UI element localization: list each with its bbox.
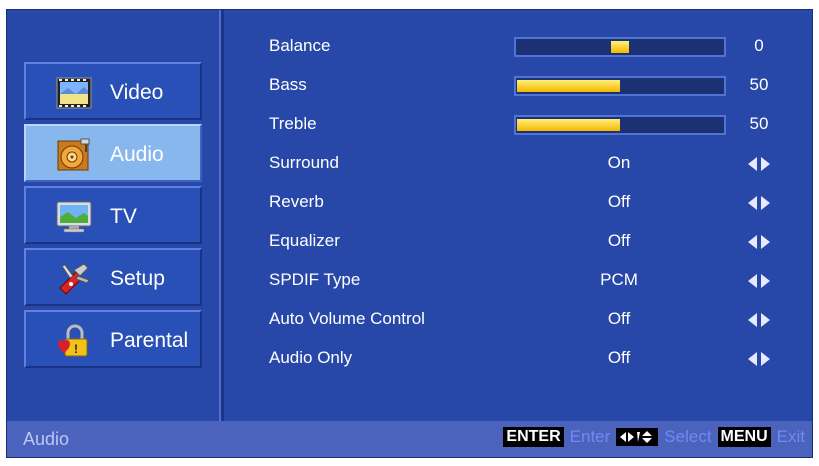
sidebar-item-audio[interactable]: Audio [24, 124, 202, 182]
setting-label: Auto Volume Control [269, 309, 425, 328]
left-right-arrows-icon[interactable] [748, 351, 770, 367]
footer-bar: Audio ENTER Enter Select MENU Exit [7, 421, 812, 457]
navigation-arrows-icon [616, 428, 659, 446]
spdif-type-value: PCM [600, 270, 638, 289]
left-right-arrows-icon[interactable] [748, 156, 770, 172]
treble-value: 50 [749, 114, 769, 133]
sidebar-item-label: Video [110, 81, 164, 104]
setting-label: Surround [269, 153, 339, 172]
setting-label: Reverb [269, 192, 324, 211]
footer-hints: ENTER Enter Select MENU Exit [503, 427, 805, 447]
surround-value: On [607, 153, 631, 172]
menu-sidebar: Video Audio TV Setup ! Parental [7, 10, 224, 423]
treble-slider[interactable] [514, 115, 726, 135]
setting-row-audio-only[interactable]: Audio Only Off [269, 344, 809, 374]
setting-row-balance[interactable]: Balance 0 [269, 32, 809, 62]
sidebar-item-label: Audio [110, 143, 164, 166]
balance-slider-knob[interactable] [611, 41, 629, 53]
setting-row-auto-volume-control[interactable]: Auto Volume Control Off [269, 305, 809, 335]
setup-icon [59, 263, 90, 295]
svg-text:!: ! [74, 342, 78, 356]
auto-volume-control-value: Off [607, 309, 631, 328]
enter-key: ENTER [503, 427, 564, 447]
setting-row-surround[interactable]: Surround On [269, 149, 809, 179]
setting-label: Equalizer [269, 231, 340, 250]
left-right-arrows-icon[interactable] [748, 234, 770, 250]
audio-only-value: Off [607, 348, 631, 367]
audio-icon [57, 138, 90, 171]
exit-hint: Exit [776, 427, 805, 446]
sidebar-item-label: Parental [110, 329, 189, 352]
sidebar-item-label: TV [110, 205, 137, 228]
left-right-arrows-icon[interactable] [748, 273, 770, 289]
bass-value: 50 [749, 75, 769, 94]
bass-slider-fill [517, 80, 620, 92]
menu-key: MENU [717, 427, 771, 447]
balance-slider[interactable] [514, 37, 726, 57]
select-hint: Select [664, 427, 712, 446]
setting-row-reverb[interactable]: Reverb Off [269, 188, 809, 218]
setting-row-treble[interactable]: Treble 50 [269, 110, 809, 140]
audio-settings-osd: Video Audio TV Setup ! Parental Balance … [6, 9, 813, 458]
left-right-arrows-icon[interactable] [748, 312, 770, 328]
balance-value: 0 [754, 36, 764, 55]
sidebar-item-tv[interactable]: TV [24, 186, 202, 244]
parental-lock-icon: ! [58, 324, 88, 357]
sidebar-item-video[interactable]: Video [24, 62, 202, 120]
setting-label: Balance [269, 36, 331, 55]
setting-label: Audio Only [269, 348, 353, 367]
enter-hint: Enter [569, 427, 611, 446]
video-icon [56, 77, 92, 109]
sidebar-item-parental[interactable]: ! Parental [24, 310, 202, 368]
footer-title: Audio [23, 429, 70, 449]
treble-slider-fill [517, 119, 620, 131]
sidebar-item-label: Setup [110, 267, 165, 290]
setting-row-equalizer[interactable]: Equalizer Off [269, 227, 809, 257]
setting-row-spdif-type[interactable]: SPDIF Type PCM [269, 266, 809, 296]
setting-label: Treble [269, 114, 317, 133]
setting-label: Bass [269, 75, 307, 94]
bass-slider[interactable] [514, 76, 726, 96]
sidebar-item-setup[interactable]: Setup [24, 248, 202, 306]
equalizer-value: Off [607, 231, 631, 250]
reverb-value: Off [607, 192, 631, 211]
setting-label: SPDIF Type [269, 270, 361, 289]
left-right-arrows-icon[interactable] [748, 195, 770, 211]
setting-row-bass[interactable]: Bass 50 [269, 71, 809, 101]
tv-icon [56, 201, 92, 233]
